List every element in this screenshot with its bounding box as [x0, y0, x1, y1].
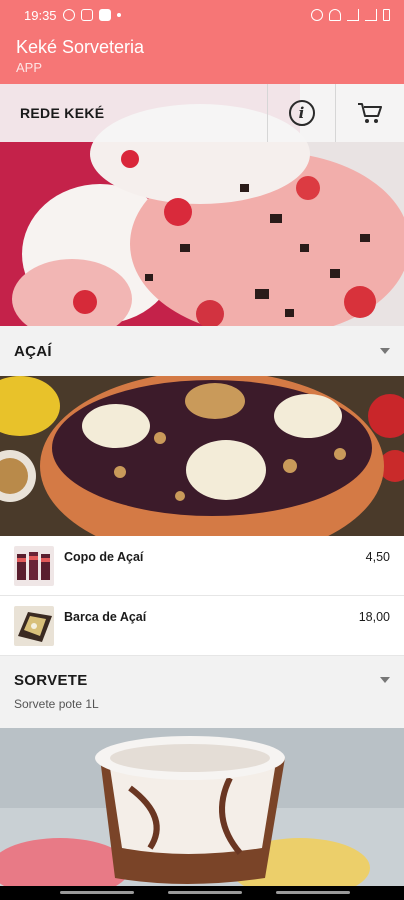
product-row-barca-de-acai[interactable]: Barca de Açaí 18,00 — [0, 596, 404, 656]
product-name: Barca de Açaí — [64, 610, 147, 624]
signal-icon — [347, 9, 359, 21]
gallery-icon — [80, 9, 93, 21]
product-row-copo-de-acai[interactable]: Copo de Açaí 4,50 — [0, 536, 404, 596]
nav-home-button[interactable] — [168, 891, 242, 894]
top-toolbar: REDE KEKÉ i — [0, 84, 404, 142]
product-price: 4,50 — [365, 550, 390, 564]
alarm-icon — [311, 9, 323, 21]
section-header-sorvete[interactable]: SORVETE Sorvete pote 1L — [0, 656, 404, 728]
whatsapp-icon — [62, 9, 75, 21]
status-time: 19:35 — [24, 7, 57, 23]
acai-section-image — [0, 376, 404, 536]
nav-recent-button[interactable] — [60, 891, 134, 894]
product-price: 18,00 — [358, 610, 390, 624]
signal-2-icon — [365, 9, 377, 21]
section-header-acai[interactable]: AÇAÍ — [0, 326, 404, 376]
wifi-icon — [329, 9, 341, 21]
chevron-down-icon — [380, 348, 390, 354]
app-title: Keké Sorveteria — [16, 37, 145, 57]
info-button[interactable]: i — [268, 84, 336, 142]
status-bar: 19:35 — [0, 0, 404, 30]
app-subtitle: APP — [16, 60, 43, 75]
battery-icon — [383, 9, 390, 21]
barca-de-acai-thumbnail — [14, 605, 54, 646]
cart-icon — [358, 103, 382, 123]
system-navigation-bar — [0, 886, 404, 900]
section-description: Sorvete pote 1L — [14, 697, 99, 711]
tab-rede-keke[interactable]: REDE KEKÉ — [0, 84, 268, 142]
nav-back-button[interactable] — [276, 891, 350, 894]
chevron-down-icon — [380, 677, 390, 683]
copo-de-acai-thumbnail — [14, 545, 54, 586]
youtube-icon — [98, 9, 111, 21]
app-header: Keké Sorveteria APP — [0, 30, 404, 84]
info-icon: i — [288, 100, 315, 126]
sorvete-section-image — [0, 728, 404, 886]
cart-button[interactable] — [336, 84, 404, 142]
notification-dot-icon — [116, 13, 121, 17]
section-title: AÇAÍ — [14, 343, 52, 360]
product-name: Copo de Açaí — [64, 550, 144, 564]
section-title: SORVETE — [14, 672, 88, 689]
